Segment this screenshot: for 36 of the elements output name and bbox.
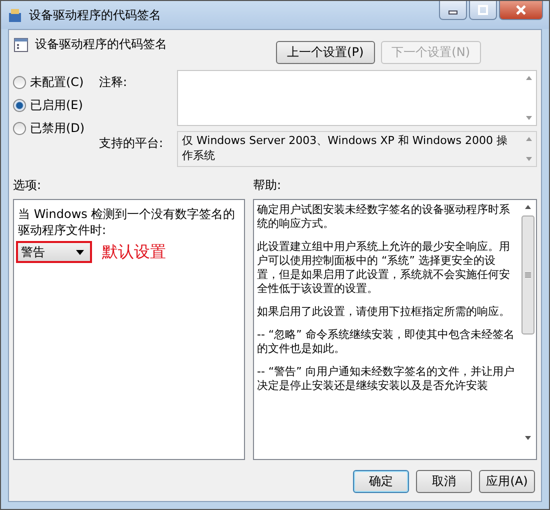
window-title: 设备驱动程序的代码签名 <box>29 6 162 24</box>
help-paragraph: -- “忽略” 命令系统继续安装，即使其中包含未经签名的文件也是如此。 <box>257 328 516 356</box>
settings-page-icon <box>13 36 29 52</box>
platform-text: 仅 Windows Server 2003、Windows XP 和 Windows 2000 操作系统 <box>181 133 509 164</box>
radio-button[interactable] <box>13 122 26 135</box>
close-icon <box>516 5 526 15</box>
setting-title: 设备驱动程序的代码签名 <box>35 36 167 53</box>
radio-label: 已启用(E) <box>30 97 83 114</box>
help-paragraph: 确定用户试图安装未经数字签名的设备驱动程序时系统的响应方式。 <box>257 203 511 231</box>
radio-button[interactable] <box>13 99 26 112</box>
help-label: 帮助: <box>253 177 282 194</box>
comment-field[interactable] <box>177 70 537 126</box>
help-paragraph: -- “警告” 向用户通知未经数字签名的文件，并让用户决定是停止安装还是继续安装以及是否允许安装 <box>257 365 516 393</box>
warning-dropdown[interactable]: 警告 <box>16 241 92 263</box>
options-prompt: 当 Windows 检测到一个没有数字签名的驱动程序文件时: <box>17 206 236 239</box>
help-paragraph: 此设置建立组中用户系统上允许的最少安全响应。用户可以使用控制面板中的 “系统” 选择更安全的设置，但是如果启用了此设置，系统就不会实施任何安全性低于该设置的设置。 <box>257 240 511 296</box>
radio-option[interactable]: 未配置(C) <box>13 74 93 91</box>
help-paragraph: 如果启用了此设置，请使用下拉框指定所需的响应。 <box>257 305 511 319</box>
maximize-button[interactable] <box>469 1 497 20</box>
options-label: 选项: <box>13 177 42 194</box>
radio-button[interactable] <box>13 76 26 89</box>
platform-label: 支持的平台: <box>99 135 164 152</box>
setting-nav-button[interactable]: 上一个设置(P) <box>276 41 375 64</box>
dialog-button[interactable]: 取消 <box>416 470 472 493</box>
default-setting-annotation: 默认设置 <box>102 242 166 262</box>
radio-option[interactable]: 已启用(E) <box>13 97 93 114</box>
restore-icon <box>478 5 488 15</box>
radio-option[interactable]: 已禁用(D) <box>13 120 93 137</box>
dropdown-arrow-icon <box>76 250 84 254</box>
dialog-button[interactable]: 应用(A) <box>479 470 535 493</box>
minimize-button[interactable] <box>439 1 467 20</box>
comment-label: 注释: <box>99 74 128 91</box>
close-button[interactable] <box>499 1 543 20</box>
dialog-button[interactable]: 确定 <box>353 470 409 493</box>
radio-label: 未配置(C) <box>30 74 84 91</box>
radio-label: 已禁用(D) <box>30 120 85 137</box>
